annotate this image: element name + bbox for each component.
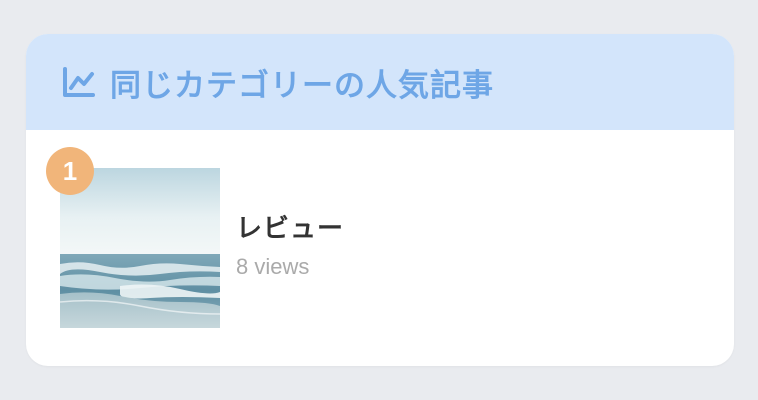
popular-articles-widget: 同じカテゴリーの人気記事 1 レビュー 8 views [26, 34, 734, 366]
list-item[interactable]: 1 レビュー 8 views [26, 130, 734, 366]
widget-header: 同じカテゴリーの人気記事 [26, 34, 734, 130]
ocean-waves-image [60, 168, 220, 328]
widget-body: 1 レビュー 8 views [26, 130, 734, 366]
widget-title: 同じカテゴリーの人気記事 [110, 67, 494, 104]
view-count: 8 views [236, 254, 310, 279]
line-chart-icon [60, 63, 98, 101]
article-title[interactable]: レビュー [236, 208, 344, 245]
rank-badge: 1 [46, 147, 94, 195]
article-thumbnail[interactable] [60, 168, 220, 328]
